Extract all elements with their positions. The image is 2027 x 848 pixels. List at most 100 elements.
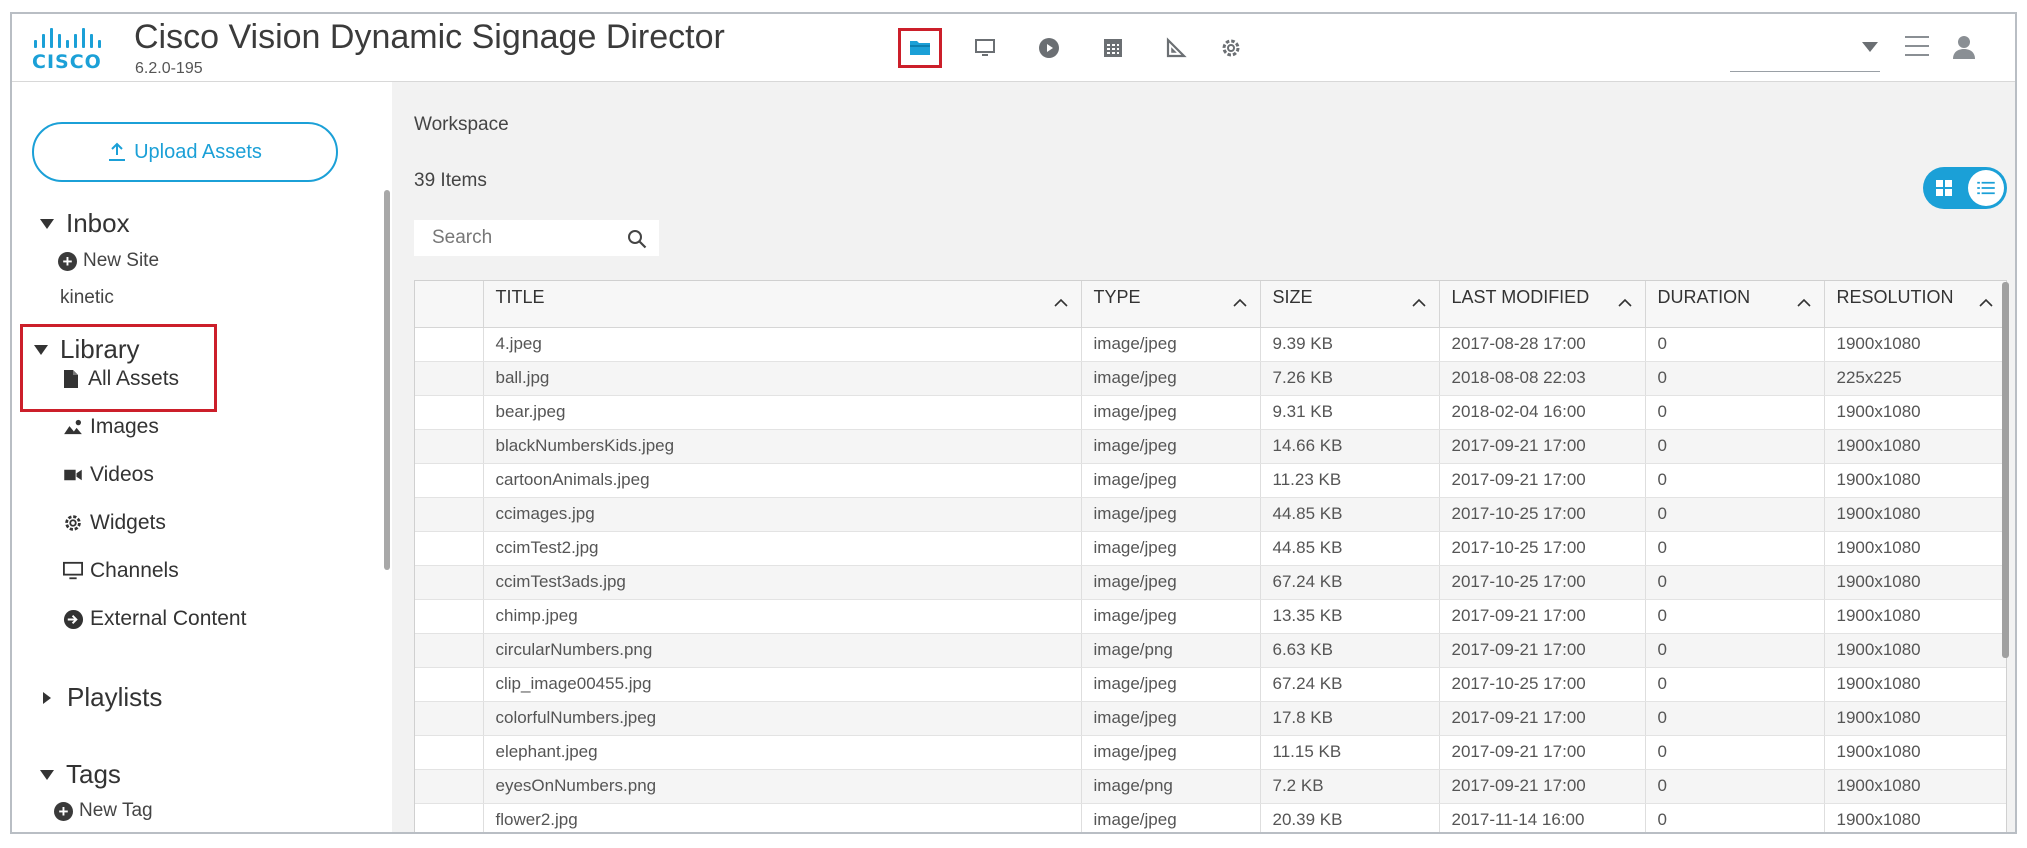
row-select-cell[interactable] bbox=[415, 327, 484, 362]
chevron-up-icon[interactable] bbox=[1053, 295, 1069, 311]
library-section-toggle[interactable]: Library bbox=[34, 334, 139, 365]
nav-displays-button[interactable] bbox=[963, 28, 1007, 68]
grid-view-icon[interactable] bbox=[1936, 180, 1952, 196]
nav-settings-button[interactable] bbox=[1209, 28, 1253, 68]
cell-size: 20.39 KB bbox=[1260, 803, 1440, 832]
view-mode-toggle[interactable] bbox=[1923, 167, 2007, 209]
table-row[interactable]: clip_image00455.jpg image/jpeg 67.24 KB 201… bbox=[415, 667, 2006, 702]
column-header-resolution[interactable]: RESOLUTION bbox=[1824, 281, 2006, 328]
inbox-item-kinetic[interactable]: kinetic bbox=[60, 287, 114, 309]
cell-last-modified: 2017-10-25 17:00 bbox=[1439, 565, 1646, 600]
row-select-cell[interactable] bbox=[415, 531, 484, 566]
column-header-size[interactable]: SIZE bbox=[1260, 281, 1440, 328]
site-select[interactable] bbox=[1730, 36, 1880, 72]
chevron-up-icon[interactable] bbox=[1232, 295, 1248, 311]
row-select-cell[interactable] bbox=[415, 803, 484, 832]
library-item-images[interactable]: Images bbox=[62, 415, 159, 439]
table-row[interactable]: 4.jpeg image/jpeg 9.39 KB 2017-08-28 17:00 0… bbox=[415, 327, 2006, 362]
column-header-duration[interactable]: DURATION bbox=[1645, 281, 1825, 328]
sidebar-scrollbar[interactable] bbox=[384, 190, 390, 570]
table-scrollbar[interactable] bbox=[2002, 282, 2009, 658]
column-header-label: LAST MODIFIED bbox=[1451, 287, 1590, 307]
assets-table: TITLE TYPE SIZE LAST MODIFIED DURATION R… bbox=[414, 280, 2007, 832]
row-select-cell[interactable] bbox=[415, 565, 484, 600]
cell-resolution: 1900x1080 bbox=[1824, 735, 2006, 770]
column-header-type[interactable]: TYPE bbox=[1081, 281, 1261, 328]
row-select-cell[interactable] bbox=[415, 497, 484, 532]
cell-duration: 0 bbox=[1645, 735, 1825, 770]
search-input[interactable] bbox=[414, 220, 614, 256]
nav-design-button[interactable] bbox=[1154, 28, 1198, 68]
cell-title: cartoonAnimals.jpeg bbox=[483, 463, 1082, 498]
table-row[interactable]: cartoonAnimals.jpeg image/jpeg 11.23 KB 201… bbox=[415, 463, 2006, 498]
monitor-icon bbox=[62, 560, 84, 582]
row-select-cell[interactable] bbox=[415, 735, 484, 770]
nav-assets-button[interactable] bbox=[898, 28, 942, 68]
select-column-header[interactable] bbox=[415, 281, 484, 328]
table-row[interactable]: elephant.jpeg image/jpeg 11.15 KB 2017-09-2… bbox=[415, 735, 2006, 770]
cell-type: image/jpeg bbox=[1081, 429, 1261, 464]
row-select-cell[interactable] bbox=[415, 599, 484, 634]
cell-title: chimp.jpeg bbox=[483, 599, 1082, 634]
inbox-label: Inbox bbox=[66, 208, 130, 238]
library-item-videos[interactable]: Videos bbox=[62, 463, 154, 487]
column-header-label: SIZE bbox=[1272, 287, 1313, 307]
library-item-all-assets[interactable]: All Assets bbox=[60, 367, 179, 391]
table-row[interactable]: flower2.jpg image/jpeg 20.39 KB 2017-11-14 … bbox=[415, 803, 2006, 832]
caret-down-icon bbox=[40, 218, 54, 229]
cell-type: image/jpeg bbox=[1081, 327, 1261, 362]
row-select-cell[interactable] bbox=[415, 395, 484, 430]
row-select-cell[interactable] bbox=[415, 701, 484, 736]
column-header-title[interactable]: TITLE bbox=[483, 281, 1082, 328]
upload-assets-button[interactable]: Upload Assets bbox=[32, 122, 338, 182]
chevron-up-icon[interactable] bbox=[1978, 295, 1994, 311]
row-select-cell[interactable] bbox=[415, 429, 484, 464]
cell-size: 9.31 KB bbox=[1260, 395, 1440, 430]
cell-size: 67.24 KB bbox=[1260, 565, 1440, 600]
new-site-button[interactable]: + New Site bbox=[58, 250, 159, 272]
table-row[interactable]: eyesOnNumbers.png image/png 7.2 KB 2017-09-… bbox=[415, 769, 2006, 804]
cell-type: image/png bbox=[1081, 633, 1261, 668]
new-tag-button[interactable]: + New Tag bbox=[54, 800, 153, 822]
cell-resolution: 1900x1080 bbox=[1824, 429, 2006, 464]
playlists-section-toggle[interactable]: Playlists bbox=[40, 682, 162, 713]
column-header-last-modified[interactable]: LAST MODIFIED bbox=[1439, 281, 1646, 328]
chevron-up-icon[interactable] bbox=[1617, 295, 1633, 311]
nav-schedule-button[interactable] bbox=[1091, 28, 1135, 68]
hamburger-menu-icon[interactable] bbox=[1905, 36, 1929, 58]
table-row[interactable]: chimp.jpeg image/jpeg 13.35 KB 2017-09-21 1… bbox=[415, 599, 2006, 634]
cell-last-modified: 2017-09-21 17:00 bbox=[1439, 735, 1646, 770]
table-row[interactable]: bear.jpeg image/jpeg 9.31 KB 2018-02-04 16:… bbox=[415, 395, 2006, 430]
library-item-widgets[interactable]: Widgets bbox=[62, 511, 166, 535]
table-row[interactable]: ccimTest3ads.jpg image/jpeg 67.24 KB 2017-1… bbox=[415, 565, 2006, 600]
chevron-up-icon[interactable] bbox=[1411, 295, 1427, 311]
chevron-up-icon[interactable] bbox=[1796, 295, 1812, 311]
table-row[interactable]: ball.jpg image/jpeg 7.26 KB 2018-08-08 22:0… bbox=[415, 361, 2006, 396]
cisco-logo[interactable]: CISCO bbox=[32, 26, 106, 76]
breadcrumb[interactable]: Workspace bbox=[414, 114, 509, 136]
row-select-cell[interactable] bbox=[415, 361, 484, 396]
table-row[interactable]: blackNumbersKids.jpeg image/jpeg 14.66 KB 2… bbox=[415, 429, 2006, 464]
row-select-cell[interactable] bbox=[415, 667, 484, 702]
table-row[interactable]: circularNumbers.png image/png 6.63 KB 2017-… bbox=[415, 633, 2006, 668]
table-row[interactable]: ccimages.jpg image/jpeg 44.85 KB 2017-10-25… bbox=[415, 497, 2006, 532]
caret-down-icon bbox=[40, 769, 54, 780]
row-select-cell[interactable] bbox=[415, 463, 484, 498]
tags-section-toggle[interactable]: Tags bbox=[40, 759, 121, 790]
search-icon[interactable] bbox=[627, 229, 647, 249]
nav-play-button[interactable] bbox=[1027, 28, 1071, 68]
table-row[interactable]: ccimTest2.jpg image/jpeg 44.85 KB 2017-10-2… bbox=[415, 531, 2006, 566]
cell-last-modified: 2017-09-21 17:00 bbox=[1439, 633, 1646, 668]
list-view-icon[interactable] bbox=[1968, 170, 2004, 206]
row-select-cell[interactable] bbox=[415, 769, 484, 804]
cell-type: image/jpeg bbox=[1081, 701, 1261, 736]
document-icon bbox=[60, 368, 82, 390]
inbox-section-toggle[interactable]: Inbox bbox=[40, 208, 130, 239]
user-icon[interactable] bbox=[1952, 34, 1976, 60]
cell-duration: 0 bbox=[1645, 667, 1825, 702]
row-select-cell[interactable] bbox=[415, 633, 484, 668]
table-row[interactable]: colorfulNumbers.jpeg image/jpeg 17.8 KB 201… bbox=[415, 701, 2006, 736]
folder-icon bbox=[910, 41, 930, 55]
library-item-channels[interactable]: Channels bbox=[62, 559, 179, 583]
library-item-external-content[interactable]: External Content bbox=[62, 607, 246, 631]
